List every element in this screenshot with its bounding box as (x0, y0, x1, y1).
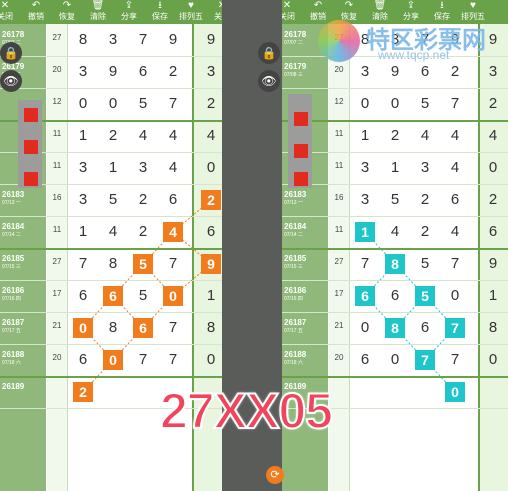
share-icon: ⇪ (124, 0, 134, 11)
watermark-url: www.tqcp.net (378, 48, 450, 62)
toolbar-button-5[interactable]: ⭳ 保存 (145, 0, 175, 24)
toolbar-button-6[interactable]: ♥ 排列五 (176, 0, 206, 24)
toolbar-button-1[interactable]: ↶ 撤销 (21, 0, 51, 24)
highlighted-digit[interactable]: 0 (445, 382, 465, 402)
toolbar-button-label: 关闭 (0, 12, 13, 21)
toolbar-button-label: 保存 (152, 12, 168, 21)
highlighted-digit[interactable]: 0 (163, 286, 183, 306)
redo-icon: ↷ (62, 0, 72, 11)
highlighted-digit[interactable]: 9 (201, 254, 221, 274)
highlighted-digit[interactable]: 6 (103, 286, 123, 306)
toolbar-left: ✕关闭↶撤销↷恢复🗑清除⇪分享⭳保存♥排列五✕关闭 (0, 0, 222, 24)
toolbar-button-7[interactable]: ✕关闭 (207, 0, 222, 24)
highlighted-digit[interactable]: 2 (201, 190, 221, 210)
red-mark (24, 140, 38, 154)
toolbar-button-label: 撤销 (28, 12, 44, 21)
close-icon: ✕ (282, 0, 292, 11)
toolbar-button-0[interactable]: ✕ 关闭 (0, 0, 20, 24)
toolbar-button-label: 关闭 (214, 12, 222, 21)
toolbar-button-label: 清除 (90, 12, 106, 21)
toolbar-button-label: 关闭 (282, 12, 295, 21)
highlighted-digit[interactable]: 6 (133, 318, 153, 338)
highlighted-digit[interactable]: 2 (73, 382, 93, 402)
trash-icon: 🗑 (373, 0, 387, 11)
download-icon: ⭳ (158, 0, 162, 11)
highlighted-digit[interactable]: 8 (385, 254, 405, 274)
highlighted-digit[interactable]: 5 (133, 254, 153, 274)
highlighted-digit[interactable]: 6 (355, 286, 375, 306)
highlighted-digit[interactable]: 0 (73, 318, 93, 338)
red-mark (294, 172, 308, 186)
toolbar-button-3[interactable]: 🗑 清除 (83, 0, 113, 24)
eye-icon[interactable]: 👁 (258, 70, 280, 92)
site-watermark: 特区彩票网 www.tqcp.net (318, 18, 508, 68)
red-mark (294, 144, 308, 158)
highlighted-digit[interactable]: 8 (385, 318, 405, 338)
toolbar-button-4[interactable]: ⇪ 分享 (114, 0, 144, 24)
undo-icon: ↶ (31, 0, 41, 11)
close-icon: ✕ (217, 0, 222, 11)
highlighted-digit[interactable]: 5 (415, 286, 435, 306)
toolbar-button-2[interactable]: ↷ 恢复 (52, 0, 82, 24)
red-mark (294, 112, 308, 126)
heart-icon: ♥ (470, 0, 476, 11)
redo-icon: ↷ (344, 0, 354, 11)
download-icon: ⭳ (440, 0, 444, 11)
lock-icon[interactable]: 🔒 (0, 42, 22, 64)
eye-icon[interactable]: 👁 (0, 70, 22, 92)
overlay-number-text: 27XX05 (159, 382, 334, 440)
toolbar-button-label: 排列五 (179, 12, 203, 21)
highlighted-digit[interactable]: 7 (445, 318, 465, 338)
highlighted-digit[interactable]: 7 (415, 350, 435, 370)
highlighted-digit[interactable]: 4 (163, 222, 183, 242)
toolbar-button-label: 分享 (121, 12, 137, 21)
red-mark (24, 108, 38, 122)
trash-icon: 🗑 (91, 0, 105, 11)
close-icon: ✕ (0, 0, 10, 11)
highlighted-digit[interactable]: 0 (103, 350, 123, 370)
highlighted-digit[interactable]: 1 (355, 222, 375, 242)
red-mark (24, 172, 38, 186)
heart-icon: ♥ (188, 0, 194, 11)
lock-icon[interactable]: 🔒 (258, 42, 280, 64)
toolbar-button-label: 恢复 (59, 12, 75, 21)
undo-icon: ↶ (313, 0, 323, 11)
share-icon: ⇪ (406, 0, 416, 11)
refresh-icon[interactable]: ⟳ (266, 466, 284, 484)
site-logo-icon (318, 20, 360, 62)
toolbar-button-0[interactable]: ✕ 关闭 (282, 0, 302, 24)
